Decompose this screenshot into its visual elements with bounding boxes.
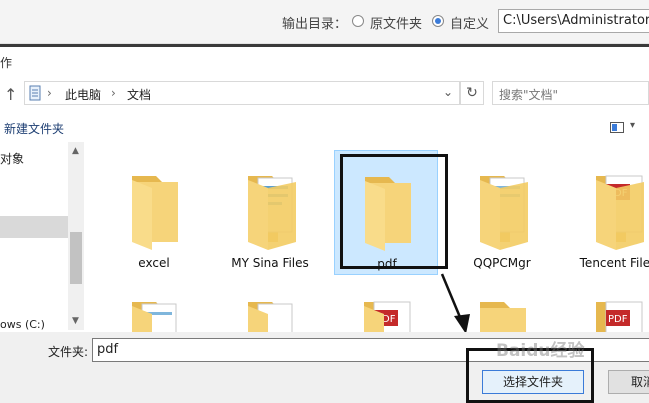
breadcrumb-this-pc[interactable]: 此电脑 xyxy=(65,86,101,103)
cancel-button[interactable]: 取消 xyxy=(608,370,649,394)
up-arrow-icon[interactable]: ↑ xyxy=(4,85,17,104)
address-bar[interactable]: › 此电脑 › 文档 ⌄ xyxy=(24,81,460,105)
nav-scroll-thumb[interactable] xyxy=(70,232,82,284)
folder-pdf-icon: PDF xyxy=(364,301,411,332)
dialog-titlebar: 作 xyxy=(0,44,649,74)
folder-docs-icon xyxy=(132,302,177,332)
folder-icon xyxy=(480,302,526,332)
dialog-title: 作 xyxy=(0,56,13,70)
folder-name: MY Sina Files xyxy=(231,256,309,270)
document-icon xyxy=(29,85,41,101)
folder-docs-icon xyxy=(480,176,528,250)
folder-name: excel xyxy=(138,256,170,270)
chevron-down-icon[interactable]: ⌄ xyxy=(443,85,453,99)
folder-item[interactable] xyxy=(218,276,322,332)
folder-name: QQPCMgr xyxy=(473,256,531,270)
folder-label: 文件夹: xyxy=(48,345,89,359)
breadcrumb-documents[interactable]: 文档 xyxy=(127,86,151,103)
folder-pdf-icon: PDF xyxy=(596,301,643,332)
folder-item-qqpcmgr[interactable]: QQPCMgr xyxy=(450,150,554,275)
svg-text:PDF: PDF xyxy=(608,314,628,325)
chevron-right-icon: › xyxy=(111,86,116,100)
new-folder-button[interactable]: 新建文件夹 xyxy=(4,120,64,137)
nav-item-windows-c[interactable]: ows (C:) xyxy=(0,318,45,331)
folder-item-excel[interactable]: excel xyxy=(102,150,206,275)
radio-original-folder-label[interactable]: 原文件夹 xyxy=(370,13,422,32)
folder-item[interactable] xyxy=(102,276,206,332)
folder-docs-icon xyxy=(248,176,296,250)
folder-item-my-sina-files[interactable]: MY Sina Files xyxy=(218,150,322,275)
app-output-toolbar: 输出目录： 原文件夹 自定义 C:\Users\Administrator\ xyxy=(0,0,649,44)
folder-icon xyxy=(132,176,178,250)
view-mode-icon[interactable] xyxy=(610,122,624,133)
radio-custom-label[interactable]: 自定义 xyxy=(450,13,489,32)
chevron-down-icon[interactable]: ▾ xyxy=(630,120,635,131)
refresh-icon[interactable]: ↻ xyxy=(460,81,484,105)
output-dir-label: 输出目录： xyxy=(282,17,348,32)
folder-docs-icon xyxy=(248,302,293,332)
radio-original-folder[interactable] xyxy=(352,15,364,27)
folder-pdf-icon: PDF xyxy=(596,175,644,250)
folder-item[interactable]: PDF xyxy=(566,276,649,332)
output-path-input[interactable]: C:\Users\Administrator\ xyxy=(498,9,649,33)
folder-item-tencent-files[interactable]: PDF Tencent Files xyxy=(566,150,649,275)
scroll-up-icon[interactable]: ▲ xyxy=(72,146,79,156)
command-toolbar xyxy=(0,116,649,142)
search-input[interactable]: 搜索"文档" xyxy=(492,81,649,105)
folder-item[interactable]: PDF xyxy=(334,276,438,332)
scroll-down-icon[interactable]: ▼ xyxy=(72,316,79,326)
annotation-box-pdf xyxy=(340,154,448,269)
radio-custom[interactable] xyxy=(432,15,444,27)
annotation-arrow-icon xyxy=(440,273,470,334)
nav-item-objects[interactable]: 对象 xyxy=(0,150,24,167)
folder-name: Tencent Files xyxy=(579,256,649,270)
nav-item-selected[interactable] xyxy=(0,216,68,238)
baidu-watermark: Baidu经验 xyxy=(496,341,585,361)
chevron-right-icon: › xyxy=(47,86,52,100)
